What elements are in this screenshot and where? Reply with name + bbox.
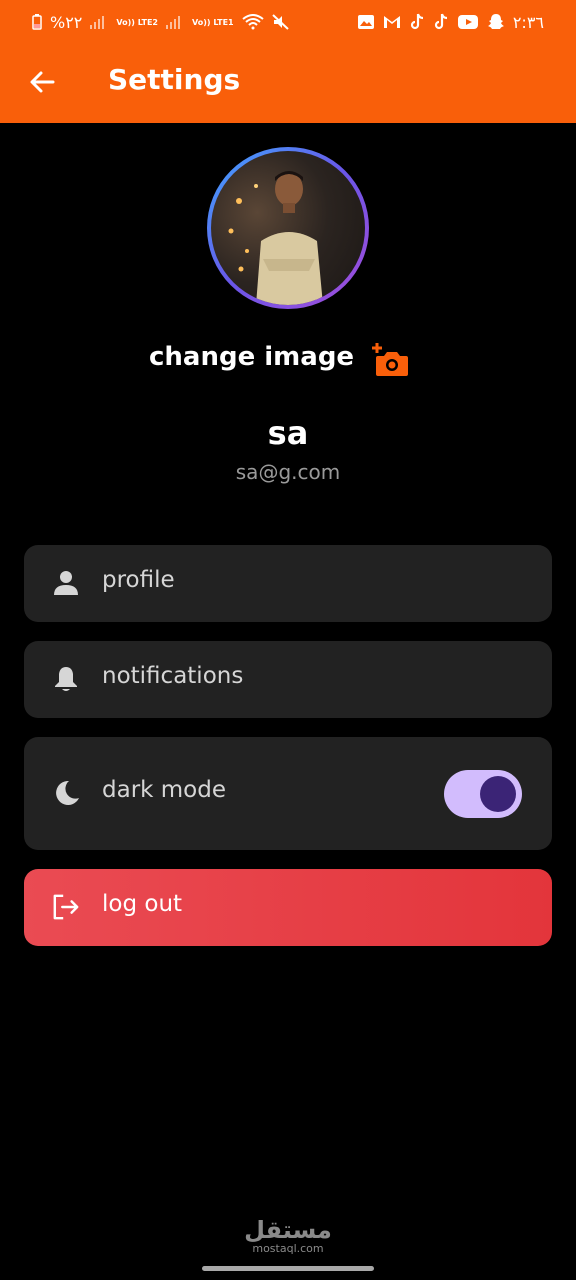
person-icon <box>52 569 80 597</box>
toggle-knob <box>480 776 516 812</box>
watermark: مستقل mostaql.com <box>0 1218 576 1255</box>
menu-label-logout: log out <box>102 891 183 917</box>
menu-item-notifications[interactable]: notifications <box>24 641 552 718</box>
bell-icon <box>52 665 80 693</box>
watermark-latin: mostaql.com <box>252 1242 324 1255</box>
menu-item-dark-mode[interactable]: dark mode <box>24 737 552 850</box>
gmail-icon <box>383 15 401 29</box>
arrow-left-icon <box>30 71 55 93</box>
battery-percent: %٢٢ <box>50 12 83 32</box>
battery-icon <box>32 14 42 30</box>
add-camera-icon <box>372 343 408 376</box>
home-indicator[interactable] <box>202 1266 374 1271</box>
app-bar: Settings <box>0 50 576 114</box>
signal-icon <box>166 15 184 29</box>
tiktok-icon <box>433 13 449 31</box>
moon-icon <box>52 779 80 807</box>
status-bar: %٢٢ Vo)) LTE2 Vo)) LTE1 ٢:٣٦ <box>0 0 576 44</box>
gallery-icon <box>357 14 375 30</box>
avatar[interactable] <box>207 147 369 309</box>
app-header: %٢٢ Vo)) LTE2 Vo)) LTE1 ٢:٣٦ Settings <box>0 0 576 123</box>
sim1-label: Vo)) LTE2 <box>116 17 158 27</box>
profile-photo <box>211 151 365 305</box>
page-title: Settings <box>108 63 241 96</box>
user-email: sa@g.com <box>235 460 341 484</box>
watermark-arabic: مستقل <box>244 1216 332 1244</box>
snapchat-icon <box>487 13 505 31</box>
wifi-icon <box>241 14 264 30</box>
sim2-label: Vo)) LTE1 <box>192 17 234 27</box>
menu-item-profile[interactable]: profile <box>24 545 552 622</box>
menu-label-notifications: notifications <box>102 663 244 689</box>
mute-icon <box>271 14 290 30</box>
dark-mode-toggle[interactable] <box>444 770 522 818</box>
status-left: %٢٢ Vo)) LTE2 Vo)) LTE1 <box>32 13 290 32</box>
youtube-icon <box>457 14 479 30</box>
signal-icon <box>90 15 108 29</box>
tiktok-icon <box>409 13 425 31</box>
user-name: sa <box>267 414 309 452</box>
add-camera-button[interactable] <box>372 342 410 378</box>
logout-button[interactable]: log out <box>24 869 552 946</box>
menu-label-dark-mode: dark mode <box>102 777 227 803</box>
status-right: ٢:٣٦ <box>357 13 544 32</box>
change-image-label[interactable]: change image <box>149 342 354 372</box>
clock-time: ٢:٣٦ <box>512 12 544 32</box>
change-image-row: change image <box>0 340 576 380</box>
logout-icon <box>52 893 80 921</box>
menu-label-profile: profile <box>102 567 175 593</box>
back-button[interactable] <box>22 64 62 100</box>
